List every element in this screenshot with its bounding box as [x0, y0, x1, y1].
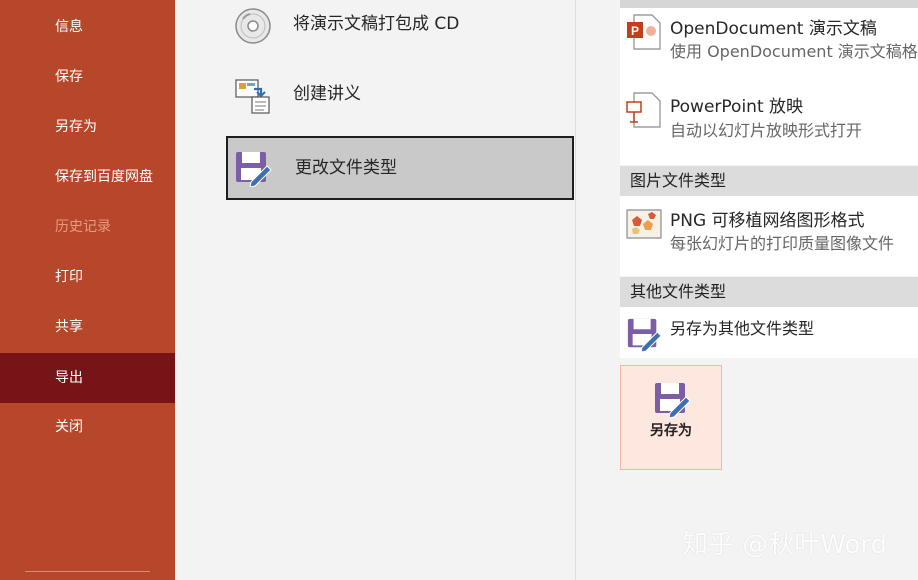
other-types-header: 其他文件类型	[620, 277, 918, 307]
save-as-other-title: 另存为其他文件类型	[670, 319, 815, 338]
create-handouts-label: 创建讲义	[293, 84, 361, 104]
opendocument-desc: 使用 OpenDocument 演示文稿格	[670, 42, 918, 61]
file-types-panel: P OpenDocument 演示文稿 使用 OpenDocument 演示文稿…	[576, 0, 918, 580]
nav-info[interactable]: 信息	[0, 2, 175, 52]
sidebar-divider	[25, 571, 150, 572]
create-handouts-option[interactable]: 创建讲义	[226, 64, 574, 128]
cd-icon	[234, 7, 272, 45]
opendocument-title: OpenDocument 演示文稿	[670, 19, 877, 39]
image-types-header: 图片文件类型	[620, 166, 918, 196]
opendocument-item[interactable]: P OpenDocument 演示文稿 使用 OpenDocument 演示文稿…	[620, 8, 918, 84]
png-desc: 每张幻灯片的打印质量图像文件	[670, 234, 895, 253]
nav-export[interactable]: 导出	[0, 353, 175, 403]
opendocument-icon: P	[626, 14, 662, 50]
save-pencil-icon	[626, 316, 662, 353]
package-cd-option[interactable]: 将演示文稿打包成 CD	[226, 0, 574, 58]
save-as-button[interactable]: 另存为	[620, 365, 722, 470]
save-pencil-icon	[653, 380, 691, 419]
png-image-icon	[626, 206, 662, 242]
change-file-type-label: 更改文件类型	[295, 158, 397, 178]
nav-save-as[interactable]: 另存为	[0, 102, 175, 152]
nav-save[interactable]: 保存	[0, 52, 175, 102]
nav-history[interactable]: 历史记录	[0, 202, 175, 252]
svg-text:P: P	[631, 24, 639, 38]
powerpoint-show-desc: 自动以幻灯片放映形式打开	[670, 121, 863, 140]
export-options-panel: 将演示文稿打包成 CD 创建讲义 更改文件类型	[175, 0, 576, 580]
save-pencil-icon	[234, 149, 272, 188]
watermark: 知乎 @秋叶Word	[682, 530, 888, 560]
list-top-edge	[620, 0, 918, 8]
png-title: PNG 可移植网络图形格式	[670, 211, 865, 231]
nav-print[interactable]: 打印	[0, 252, 175, 302]
change-file-type-option[interactable]: 更改文件类型	[226, 136, 574, 200]
package-cd-label: 将演示文稿打包成 CD	[293, 14, 460, 34]
save-as-button-label: 另存为	[650, 423, 692, 439]
save-as-other-item[interactable]: 另存为其他文件类型	[620, 308, 918, 356]
png-item[interactable]: PNG 可移植网络图形格式 每张幻灯片的打印质量图像文件	[620, 198, 918, 274]
powerpoint-show-title: PowerPoint 放映	[670, 97, 804, 117]
slideshow-icon	[626, 92, 662, 128]
nav-share[interactable]: 共享	[0, 302, 175, 352]
handout-icon	[234, 77, 272, 115]
backstage-sidebar: 信息 保存 另存为 保存到百度网盘 历史记录 打印 共享 导出 关闭	[0, 0, 175, 580]
powerpoint-show-item[interactable]: PowerPoint 放映 自动以幻灯片放映形式打开	[620, 86, 918, 164]
nav-save-to-baidu[interactable]: 保存到百度网盘	[0, 152, 175, 202]
nav-close[interactable]: 关闭	[0, 402, 175, 452]
